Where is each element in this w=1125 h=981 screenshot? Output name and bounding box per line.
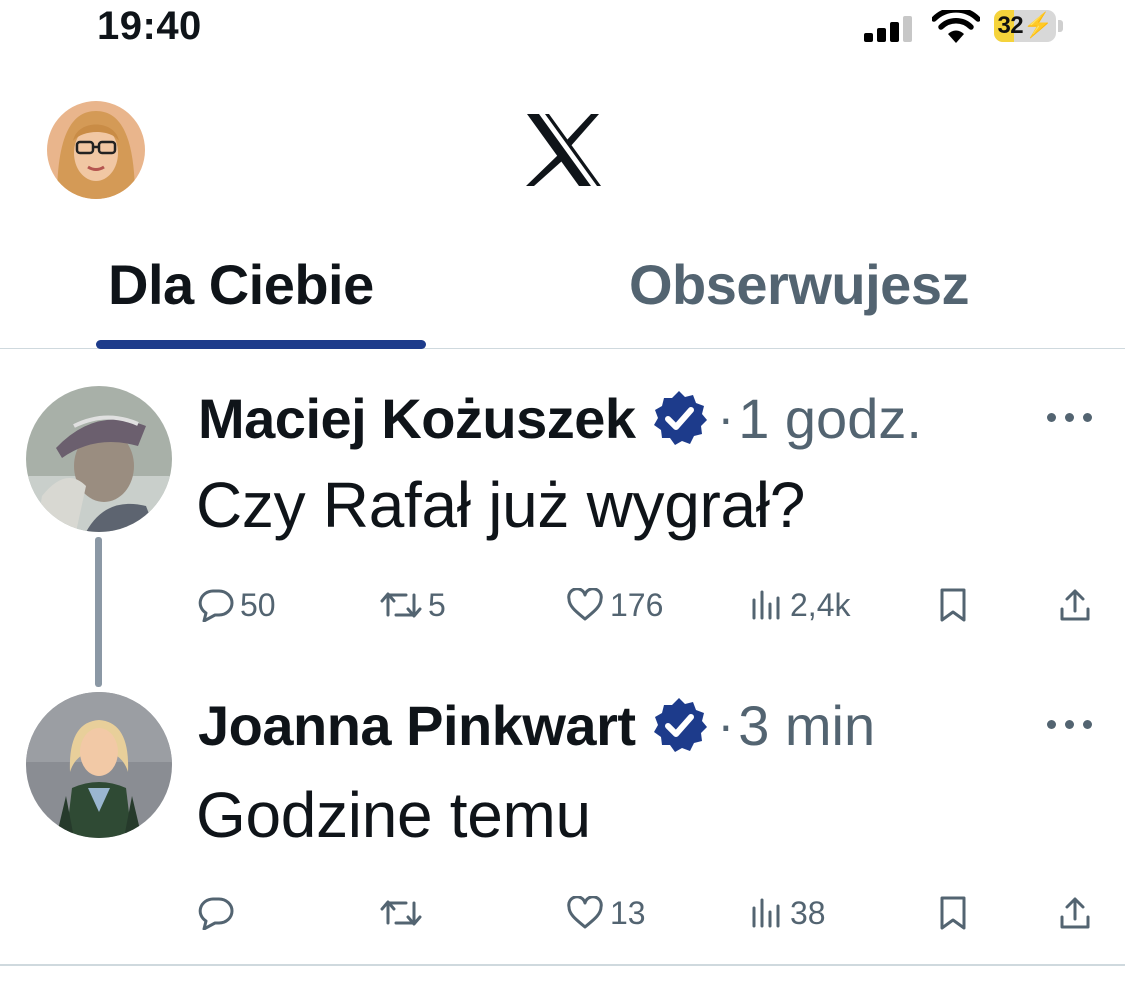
reply-button[interactable] [198, 888, 240, 938]
repost-button[interactable]: 5 [380, 580, 446, 630]
share-icon [1060, 897, 1090, 929]
verified-badge-icon [650, 389, 708, 447]
bookmark-icon [940, 588, 966, 622]
repost-button[interactable] [380, 888, 428, 938]
share-icon [1060, 589, 1090, 621]
reply-icon [198, 897, 234, 930]
views-count: 2,4k [790, 586, 851, 623]
views-icon [752, 898, 780, 928]
verified-badge-icon [650, 696, 708, 754]
more-options-icon[interactable] [1047, 407, 1097, 427]
tweet-actions: 50 5 176 2,4k [0, 580, 1125, 630]
like-button[interactable]: 13 [566, 888, 646, 938]
charging-bolt-icon: ⚡ [1023, 12, 1053, 39]
x-logo-icon[interactable] [525, 113, 603, 187]
reply-icon [198, 589, 234, 622]
tweet-timestamp[interactable]: 3 min [738, 693, 875, 758]
repost-icon [380, 592, 422, 618]
heart-icon [567, 896, 603, 929]
tab-for-you[interactable]: Dla Ciebie [108, 252, 374, 317]
tab-following[interactable]: Obserwujesz [629, 252, 969, 317]
like-button[interactable]: 176 [566, 580, 663, 630]
like-count: 176 [610, 586, 664, 623]
views-button[interactable]: 2,4k [750, 580, 850, 630]
repost-count: 5 [428, 586, 446, 623]
views-count: 38 [790, 894, 826, 931]
tweet-header: Maciej Kożuszek · 1 godz. [198, 383, 922, 453]
tweet-text: Godzine temu [196, 779, 591, 851]
avatar[interactable] [26, 692, 172, 838]
feed-divider [0, 964, 1125, 966]
views-button[interactable]: 38 [750, 888, 826, 938]
share-button[interactable] [1058, 580, 1092, 630]
tweet-text: Czy Rafał już wygrał? [196, 469, 806, 541]
reply-count: 50 [240, 586, 276, 623]
signal-icon [864, 16, 916, 42]
views-icon [752, 590, 780, 620]
tweet-actions: 13 38 [0, 888, 1125, 938]
author-name[interactable]: Maciej Kożuszek [198, 386, 636, 451]
avatar[interactable] [26, 386, 172, 532]
battery-icon: 32⚡ [994, 10, 1064, 42]
header-separator: · [717, 697, 735, 753]
heart-icon [567, 588, 603, 621]
tweet-header: Joanna Pinkwart · 3 min [198, 690, 875, 760]
timeline-tabs: Dla Ciebie Obserwujesz [0, 232, 1125, 349]
share-button[interactable] [1058, 888, 1092, 938]
repost-icon [380, 900, 422, 926]
profile-avatar[interactable] [47, 101, 145, 199]
wifi-icon [931, 7, 981, 44]
bookmark-button[interactable] [938, 888, 968, 938]
status-time: 19:40 [97, 4, 202, 48]
reply-button[interactable]: 50 [198, 580, 276, 630]
battery-level: 32 [997, 12, 1024, 39]
author-name[interactable]: Joanna Pinkwart [198, 693, 636, 758]
tweet-timestamp[interactable]: 1 godz. [738, 386, 922, 451]
bookmark-icon [940, 896, 966, 930]
more-options-icon[interactable] [1047, 714, 1097, 734]
bookmark-button[interactable] [938, 580, 968, 630]
header-separator: · [717, 390, 735, 446]
active-tab-indicator [96, 340, 426, 349]
status-bar: 19:40 32⚡ [0, 0, 1125, 60]
like-count: 13 [610, 894, 646, 931]
